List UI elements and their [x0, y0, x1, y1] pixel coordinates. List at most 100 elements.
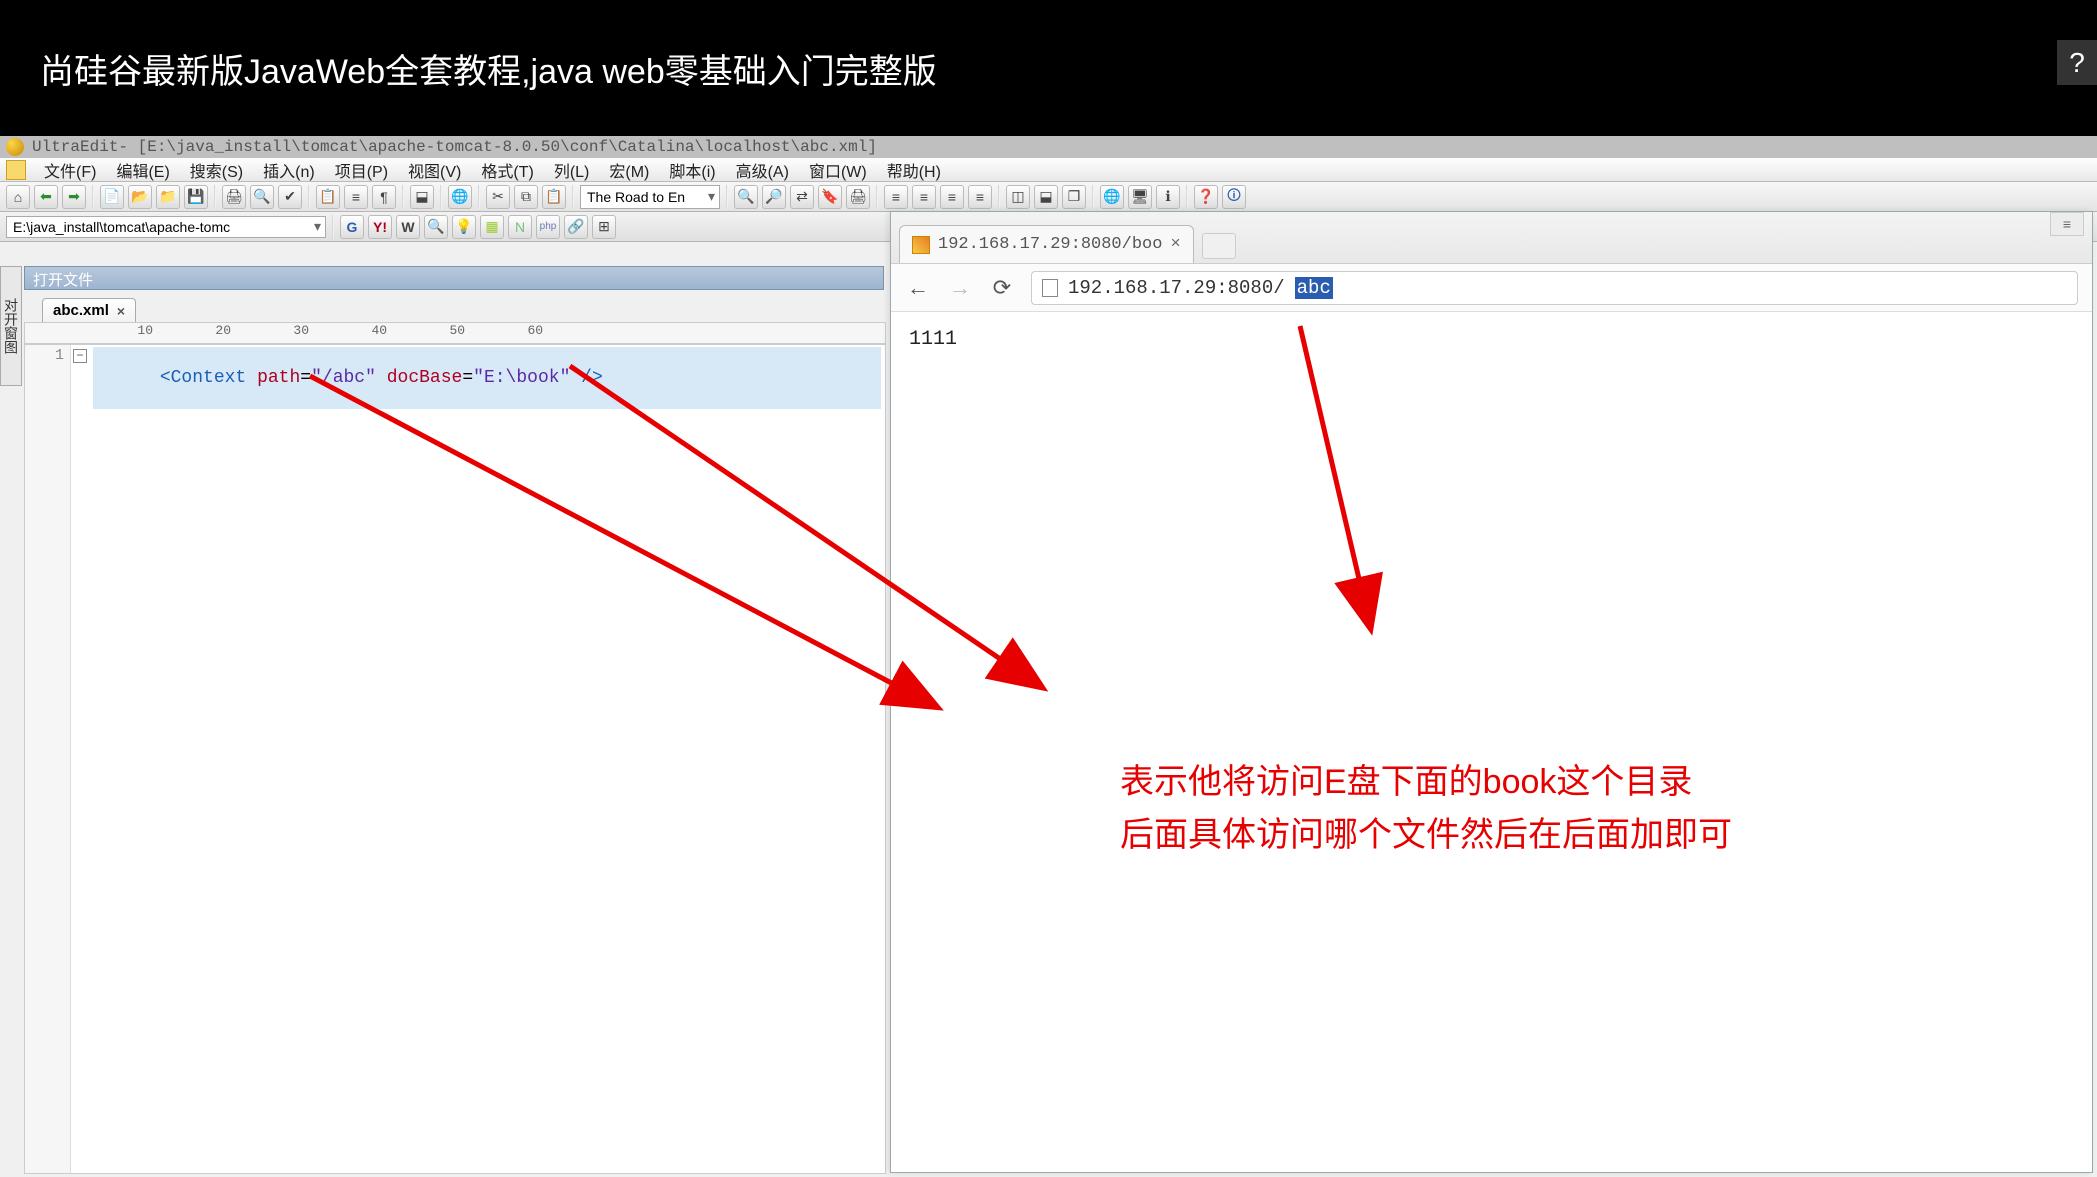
- menu-edit[interactable]: 编辑(E): [106, 158, 179, 182]
- new-file-icon[interactable]: 📄: [100, 185, 124, 209]
- print-icon[interactable]: 🖨: [222, 185, 246, 209]
- side-panel-tab[interactable]: 对开窗图: [0, 266, 22, 386]
- file-tab-close-icon[interactable]: ×: [117, 303, 125, 319]
- open-files-header: 打开文件: [24, 266, 884, 290]
- file-tabs: abc.xml ×: [42, 294, 136, 322]
- find-icon[interactable]: 🔍: [734, 185, 758, 209]
- app-name: UltraEdit: [32, 138, 118, 156]
- align-justify-icon[interactable]: ≡: [968, 185, 992, 209]
- menu-help[interactable]: 帮助(H): [877, 158, 951, 182]
- spell-check-icon[interactable]: ✔: [278, 185, 302, 209]
- code-attr-path: path: [257, 368, 300, 388]
- browser-tab-title: 192.168.17.29:8080/boo: [938, 235, 1162, 254]
- title-path: - [E:\java_install\tomcat\apache-tomcat-…: [118, 138, 877, 156]
- note-icon[interactable]: N: [508, 215, 532, 239]
- watermark-icon: [1997, 1087, 2077, 1157]
- split-h-icon[interactable]: ◫: [1006, 185, 1030, 209]
- path-dropdown-value: E:\java_install\tomcat\apache-tomc: [13, 219, 230, 235]
- align-center-icon[interactable]: ≡: [912, 185, 936, 209]
- forward-icon[interactable]: ➡: [62, 185, 86, 209]
- monitor-icon[interactable]: 🖥: [1128, 185, 1152, 209]
- browser-tab-close-icon[interactable]: ×: [1170, 235, 1180, 254]
- code-editor[interactable]: 1 − <Context path="/abc" docBase="E:\boo…: [24, 344, 886, 1174]
- main-toolbar: ⌂ ⬅ ➡ 📄 📂 📁 💾 🖨 🔍 ✔ 📋 ≡ ¶ ⬓ 🌐 ✂ ⧉ 📋 The …: [0, 182, 2097, 212]
- code-val-docbase: "E:\book": [473, 368, 570, 388]
- ultraedit-icon: [6, 138, 24, 156]
- document-icon: [6, 160, 26, 180]
- wikipedia-icon[interactable]: W: [396, 215, 420, 239]
- tag-icon[interactable]: ▦: [480, 215, 504, 239]
- nav-back-icon[interactable]: ←: [905, 275, 931, 301]
- code-val-path: "/abc": [311, 368, 376, 388]
- browser-window: ≡ 192.168.17.29:8080/boo × ← → ⟳ 192.168…: [890, 211, 2093, 1173]
- browser-viewport: 1111: [891, 312, 2092, 367]
- toggle-icon[interactable]: ⬓: [410, 185, 434, 209]
- google-icon[interactable]: G: [340, 215, 364, 239]
- theme-combo-value: The Road to En: [587, 189, 685, 205]
- hex-icon[interactable]: ¶: [372, 185, 396, 209]
- list-icon[interactable]: ≡: [344, 185, 368, 209]
- back-icon[interactable]: ⬅: [34, 185, 58, 209]
- video-title: 尚硅谷最新版JavaWeb全套教程,java web零基础入门完整版: [40, 44, 937, 93]
- nav-forward-icon[interactable]: →: [947, 275, 973, 301]
- favicon-icon: [912, 236, 930, 254]
- menu-macro[interactable]: 宏(M): [599, 158, 659, 182]
- print2-icon[interactable]: 🖨: [846, 185, 870, 209]
- annotation-line-1: 表示他将访问E盘下面的book这个目录: [1120, 756, 1732, 809]
- video-help-button[interactable]: ?: [2057, 40, 2097, 85]
- code-line-1[interactable]: <Context path="/abc" docBase="E:\book" /…: [93, 347, 881, 409]
- find-next-icon[interactable]: 🔎: [762, 185, 786, 209]
- copy-icon[interactable]: 📋: [316, 185, 340, 209]
- menu-script[interactable]: 脚本(i): [659, 158, 725, 182]
- web-icon[interactable]: 🌐: [448, 185, 472, 209]
- replace-icon[interactable]: ⇄: [790, 185, 814, 209]
- paste-icon[interactable]: 📋: [542, 185, 566, 209]
- cut-icon[interactable]: ✂: [486, 185, 510, 209]
- theme-combo[interactable]: The Road to En: [580, 185, 720, 209]
- bookmark-icon[interactable]: 🔖: [818, 185, 842, 209]
- browser-tab[interactable]: 192.168.17.29:8080/boo ×: [899, 225, 1194, 263]
- address-bar[interactable]: 192.168.17.29:8080/abc: [1031, 271, 2078, 305]
- yahoo-icon[interactable]: Y!: [368, 215, 392, 239]
- menu-format[interactable]: 格式(T): [471, 158, 543, 182]
- globe-icon[interactable]: 🌐: [1100, 185, 1124, 209]
- new-tab-button[interactable]: [1202, 233, 1236, 259]
- path-dropdown[interactable]: E:\java_install\tomcat\apache-tomc: [6, 216, 326, 238]
- desktop-area: UltraEdit - [E:\java_install\tomcat\apac…: [0, 136, 2097, 1177]
- windows-icon[interactable]: ⊞: [592, 215, 616, 239]
- save-icon[interactable]: 💾: [184, 185, 208, 209]
- search-icon[interactable]: 🔍: [424, 215, 448, 239]
- menu-file[interactable]: 文件(F): [34, 158, 106, 182]
- open-icon[interactable]: 📂: [128, 185, 152, 209]
- line-number-1: 1: [55, 347, 64, 364]
- close-icon[interactable]: 📁: [156, 185, 180, 209]
- print-preview-icon[interactable]: 🔍: [250, 185, 274, 209]
- file-tab-abc-xml[interactable]: abc.xml ×: [42, 298, 136, 322]
- url-selected-segment: abc: [1295, 277, 1333, 299]
- copy2-icon[interactable]: ⧉: [514, 185, 538, 209]
- align-left-icon[interactable]: ≡: [884, 185, 908, 209]
- menu-search[interactable]: 搜索(S): [180, 158, 253, 182]
- cascade-icon[interactable]: ❐: [1062, 185, 1086, 209]
- browser-menu-button[interactable]: ≡: [2050, 212, 2084, 236]
- menu-project[interactable]: 项目(P): [325, 158, 398, 182]
- menu-view[interactable]: 视图(V): [398, 158, 471, 182]
- menu-bar: 文件(F) 编辑(E) 搜索(S) 插入(n) 项目(P) 视图(V) 格式(T…: [0, 158, 2097, 182]
- menu-column[interactable]: 列(L): [544, 158, 600, 182]
- split-v-icon[interactable]: ⬓: [1034, 185, 1058, 209]
- align-right-icon[interactable]: ≡: [940, 185, 964, 209]
- menu-insert[interactable]: 插入(n): [253, 158, 325, 182]
- fold-marker-icon[interactable]: −: [73, 349, 87, 363]
- home-icon[interactable]: ⌂: [6, 185, 30, 209]
- menu-window[interactable]: 窗口(W): [799, 158, 877, 182]
- bulb-icon[interactable]: 💡: [452, 215, 476, 239]
- help-icon[interactable]: ❓: [1194, 185, 1218, 209]
- link-icon[interactable]: 🔗: [564, 215, 588, 239]
- browser-tab-strip: 192.168.17.29:8080/boo ×: [891, 212, 2092, 264]
- php-icon[interactable]: php: [536, 215, 560, 239]
- nav-reload-icon[interactable]: ⟳: [989, 275, 1015, 301]
- about-icon[interactable]: 🛈: [1222, 185, 1246, 209]
- annotation-text: 表示他将访问E盘下面的book这个目录 后面具体访问哪个文件然后在后面加即可: [1120, 756, 1732, 861]
- menu-advanced[interactable]: 高级(A): [726, 158, 799, 182]
- info-icon[interactable]: ℹ: [1156, 185, 1180, 209]
